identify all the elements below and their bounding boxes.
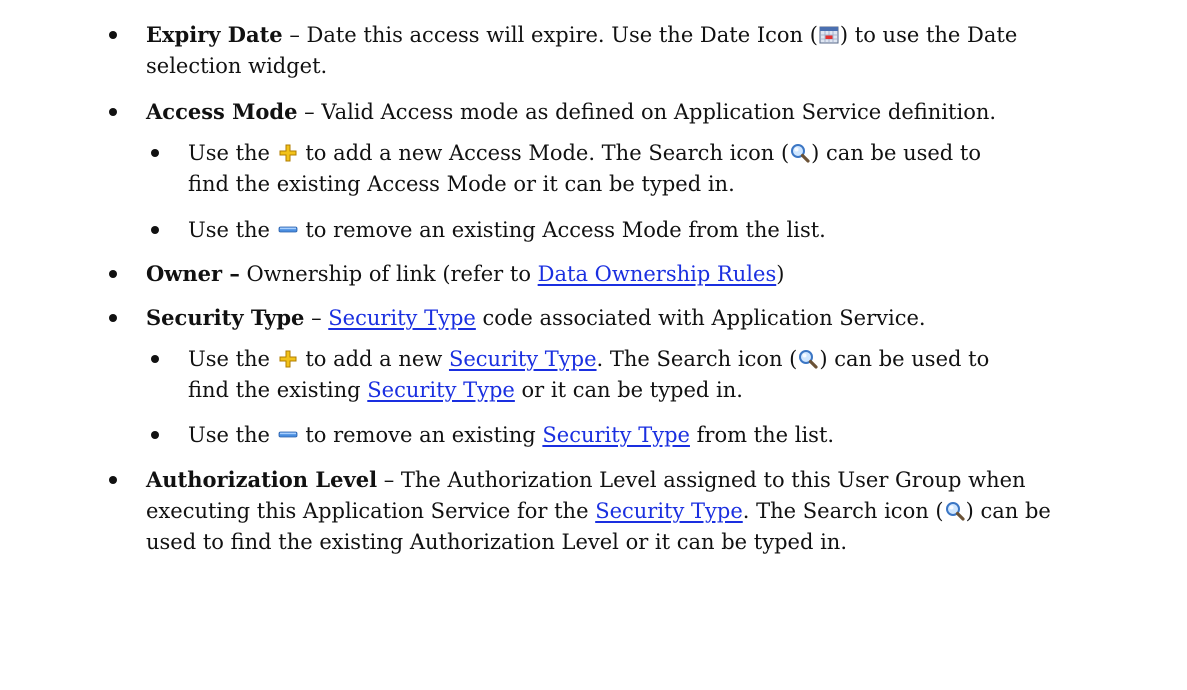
security-type-remove-line: Use the to remove an existing Security T…: [188, 423, 835, 447]
plus-icon: [278, 349, 298, 369]
security-type-link[interactable]: Security Type: [367, 378, 515, 402]
access-mode-term: Access Mode: [146, 99, 298, 124]
security-type-line: Security Type – Security Type code assoc…: [146, 305, 926, 330]
search-icon: [945, 501, 965, 521]
owner-term: Owner –: [146, 261, 240, 286]
security-type-link[interactable]: Security Type: [542, 423, 690, 447]
auth-level-line-1: Authorization Level – The Authorization …: [146, 467, 1026, 492]
search-icon: [790, 143, 810, 163]
owner-line: Owner – Ownership of link (refer to Data…: [146, 261, 785, 286]
bullet: [151, 149, 159, 157]
calendar-icon: [819, 25, 839, 45]
minus-icon: [278, 425, 298, 445]
data-ownership-rules-link[interactable]: Data Ownership Rules: [538, 262, 777, 286]
security-type-add-line-2: find the existing Security Type or it ca…: [188, 378, 743, 402]
expiry-line-1: Expiry Date – Date this access will expi…: [146, 22, 1018, 47]
security-type-link[interactable]: Security Type: [328, 306, 476, 330]
bullet: [151, 431, 159, 439]
bullet: [109, 314, 117, 322]
access-mode-line: Access Mode – Valid Access mode as defin…: [146, 99, 997, 124]
bullet: [109, 31, 117, 39]
bullet: [109, 270, 117, 278]
access-mode-add-line-2: find the existing Access Mode or it can …: [188, 172, 735, 196]
bullet: [151, 355, 159, 363]
security-type-link[interactable]: Security Type: [595, 499, 743, 523]
security-type-link[interactable]: Security Type: [449, 347, 597, 371]
minus-icon: [278, 220, 298, 240]
search-icon: [798, 349, 818, 369]
expiry-term: Expiry Date: [146, 22, 283, 47]
document-page: Expiry Date – Date this access will expi…: [0, 0, 1187, 690]
expiry-line-2: selection widget.: [146, 54, 328, 78]
security-type-add-line-1: Use the to add a new Security Type. The …: [188, 347, 990, 371]
bullet: [151, 226, 159, 234]
plus-icon: [278, 143, 298, 163]
bullet: [109, 476, 117, 484]
auth-level-line-2: executing this Application Service for t…: [146, 499, 1051, 523]
security-type-term: Security Type: [146, 305, 305, 330]
access-mode-remove-line: Use the to remove an existing Access Mod…: [188, 218, 826, 242]
auth-level-term: Authorization Level: [146, 467, 378, 492]
auth-level-line-3: used to find the existing Authorization …: [146, 530, 847, 554]
access-mode-add-line-1: Use the to add a new Access Mode. The Se…: [188, 141, 981, 165]
bullet: [109, 108, 117, 116]
